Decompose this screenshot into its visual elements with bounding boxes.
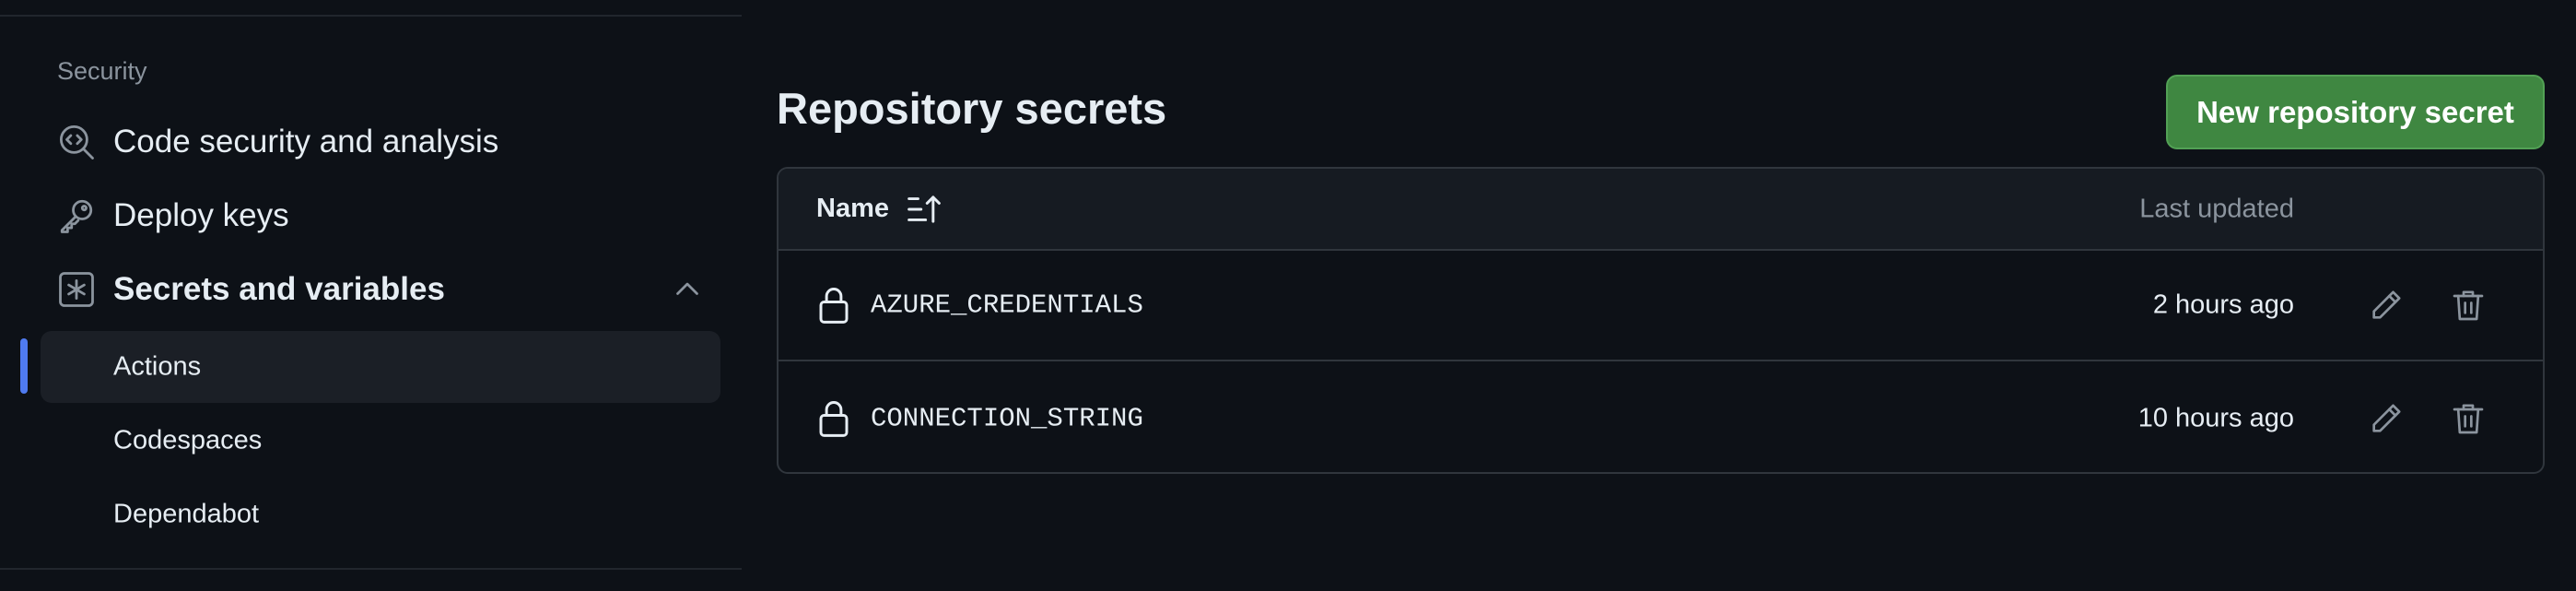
sidebar-divider-top	[0, 15, 742, 17]
sidebar-item-label: Secrets and variables	[113, 271, 445, 307]
sidebar-section-heading: Security	[57, 57, 147, 85]
table-header: Name Last updated	[779, 169, 2543, 251]
key-icon	[57, 196, 96, 235]
secret-name: AZURE_CREDENTIALS	[871, 290, 1143, 321]
sort-by-name-header[interactable]: Name	[816, 193, 943, 226]
trash-icon	[2453, 290, 2484, 321]
delete-secret-button[interactable]	[2445, 282, 2491, 328]
sidebar-subitem-label: Dependabot	[113, 499, 260, 529]
secret-name: CONNECTION_STRING	[871, 403, 1143, 434]
sidebar-item-label: Deploy keys	[113, 197, 289, 233]
sidebar-item-deploy-keys[interactable]: Deploy keys	[41, 180, 720, 252]
sort-ascending-icon	[907, 195, 941, 223]
table-row: AZURE_CREDENTIALS 2 hours ago	[779, 251, 2543, 361]
sidebar-subitem-label: Codespaces	[113, 425, 263, 455]
sidebar-item-secrets-and-variables[interactable]: Secrets and variables	[41, 254, 720, 325]
sidebar-item-code-security[interactable]: Code security and analysis	[41, 106, 720, 178]
page-title: Repository secrets	[777, 84, 1167, 133]
lock-icon	[819, 288, 849, 324]
edit-secret-button[interactable]	[2363, 396, 2409, 442]
sidebar-subitem-codespaces[interactable]: Codespaces	[41, 405, 720, 477]
lock-icon	[819, 401, 849, 437]
delete-secret-button[interactable]	[2445, 396, 2491, 442]
active-nav-marker	[20, 338, 28, 394]
edit-secret-button[interactable]	[2363, 282, 2409, 328]
trash-icon	[2453, 404, 2484, 434]
sidebar-divider-bottom	[0, 568, 742, 570]
sidebar-subitem-actions[interactable]: Actions	[41, 331, 720, 403]
column-header-last-updated: Last updated	[2139, 194, 2294, 223]
column-header-name: Name	[816, 194, 889, 223]
settings-sidebar: Security Code security and analysis Depl…	[0, 0, 742, 591]
new-repository-secret-button[interactable]: New repository secret	[2166, 75, 2545, 149]
pencil-icon	[2372, 404, 2401, 432]
codescan-icon	[57, 123, 96, 161]
sidebar-subitem-label: Actions	[113, 351, 202, 382]
secret-last-updated: 10 hours ago	[2137, 403, 2294, 433]
sidebar-subitem-dependabot[interactable]: Dependabot	[41, 479, 720, 550]
table-row: CONNECTION_STRING 10 hours ago	[779, 363, 2543, 472]
secret-last-updated: 2 hours ago	[2152, 290, 2294, 320]
sidebar-item-label: Code security and analysis	[113, 124, 499, 160]
secrets-table: Name Last updated AZURE_CREDENTIALS 2 ho…	[777, 167, 2545, 474]
pencil-icon	[2372, 290, 2401, 319]
settings-page: Security Code security and analysis Depl…	[0, 0, 2576, 591]
asterisk-icon	[57, 270, 96, 309]
chevron-up-icon[interactable]	[671, 273, 704, 306]
